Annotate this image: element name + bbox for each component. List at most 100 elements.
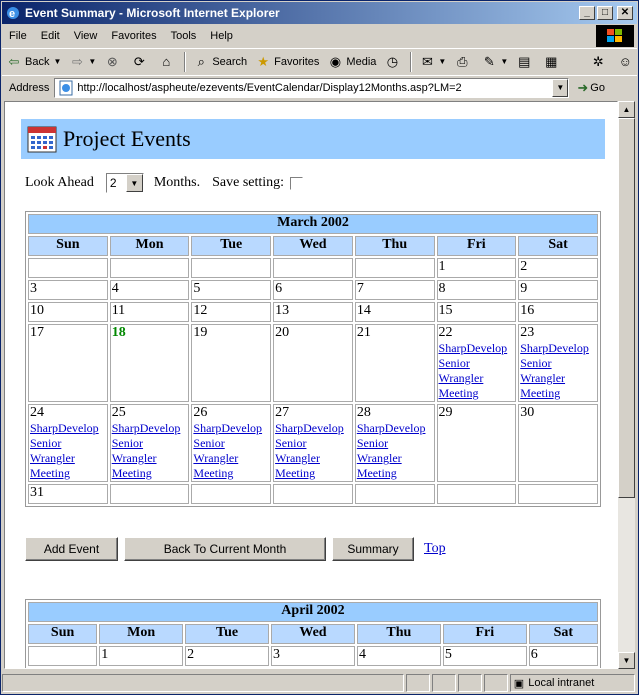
menu-view[interactable]: View (67, 30, 105, 42)
day-number: 25 (111, 405, 126, 420)
event-link[interactable]: Senior (112, 436, 188, 451)
menu-tools[interactable]: Tools (164, 30, 204, 42)
ie-logo-icon: e (7, 7, 19, 20)
edit-icon: ✎ (483, 53, 495, 69)
print-button[interactable]: ⎙ (450, 51, 477, 73)
media-button[interactable]: ◉ Media (323, 51, 380, 73)
event-link[interactable]: Wrangler (357, 451, 433, 466)
calendar-week-row: 31 (28, 484, 598, 504)
event-link[interactable]: SharpDevelop (357, 421, 433, 436)
history-button[interactable]: ◷ (380, 51, 407, 73)
calendar-week-row: 17 18 19 20 21 22 SharpDevelop Senior Wrangler Me… (28, 324, 598, 402)
minimize-button[interactable]: _ (579, 6, 595, 20)
calendar-day-cell: 30 (518, 404, 598, 482)
favorites-button[interactable]: ★ Favorites (251, 51, 323, 73)
stop-button[interactable]: ⊗ (100, 51, 127, 73)
address-bar: Address http://localhost/aspheute/ezeven… (2, 75, 637, 99)
event-link[interactable]: Senior (275, 436, 351, 451)
forward-button[interactable]: ⇨ ▼ (65, 51, 100, 73)
menu-file[interactable]: File (2, 30, 34, 42)
day-number: 31 (30, 485, 44, 500)
weekday-header: Wed (271, 624, 355, 644)
weekday-header: Thu (356, 624, 441, 644)
title-bar: e Event Summary - Microsoft Internet Exp… (2, 2, 637, 24)
weekday-header: Wed (273, 236, 353, 256)
status-bar: ▣ Local intranet (2, 673, 637, 693)
weekday-header: Tue (185, 624, 270, 644)
event-link[interactable]: Senior (439, 356, 515, 371)
event-entry: SharpDevelop Senior Wrangler Meeting (520, 341, 596, 401)
search-button[interactable]: ⌕ Search (189, 51, 251, 73)
summary-button[interactable]: Summary (332, 537, 414, 561)
go-button[interactable]: ➜ Go (577, 80, 605, 96)
event-link[interactable]: SharpDevelop (112, 421, 188, 436)
day-number: 22 (438, 325, 453, 340)
maximize-button[interactable]: □ (597, 6, 613, 20)
calendar-day-cell (354, 258, 435, 278)
discuss-button[interactable]: ▤ (512, 51, 539, 73)
event-link[interactable]: Wrangler (30, 451, 106, 466)
event-link[interactable]: SharpDevelop (193, 421, 269, 436)
event-link[interactable]: Meeting (275, 466, 351, 481)
address-url: http://localhost/aspheute/ezevents/Event… (77, 81, 462, 94)
scroll-thumb[interactable] (618, 118, 635, 498)
refresh-icon: ⟳ (133, 53, 145, 69)
calendar-day-cell: 31 (28, 484, 108, 504)
save-setting-checkbox[interactable] (290, 176, 304, 190)
event-link[interactable]: Wrangler (275, 451, 351, 466)
top-link[interactable]: Top (424, 541, 446, 557)
look-ahead-select[interactable]: 2 ▼ (105, 173, 144, 193)
calendar-week-row: 3 4 5 6 7 8 9 (28, 280, 598, 300)
menu-help[interactable]: Help (203, 30, 240, 42)
action-buttons: Add Event Back To Current Month Summary … (25, 537, 446, 561)
event-link[interactable]: Meeting (112, 466, 188, 481)
vertical-scrollbar[interactable]: ▲ ▼ (618, 101, 635, 669)
event-entry: SharpDevelop Senior Wrangler Meeting (357, 421, 433, 481)
event-link[interactable]: Meeting (439, 386, 515, 401)
research-button[interactable]: ▦ (539, 51, 566, 73)
day-number: 5 (193, 281, 201, 296)
messenger-button[interactable]: ✲ (586, 51, 613, 73)
event-link[interactable]: Meeting (520, 386, 596, 401)
add-event-button[interactable]: Add Event (25, 537, 118, 561)
event-link[interactable]: Senior (357, 436, 433, 451)
address-input[interactable]: http://localhost/aspheute/ezevents/Event… (54, 77, 570, 98)
day-number: 28 (356, 405, 371, 420)
event-link[interactable]: Senior (193, 436, 269, 451)
event-link[interactable]: SharpDevelop (275, 421, 351, 436)
close-button[interactable]: ✕ (617, 6, 633, 20)
refresh-button[interactable]: ⟳ (127, 51, 154, 73)
event-link[interactable]: Wrangler (112, 451, 188, 466)
toolbar-separator (410, 51, 413, 72)
event-link[interactable]: Meeting (357, 466, 433, 481)
day-number: 1 (438, 259, 446, 274)
scroll-down-icon[interactable]: ▼ (618, 652, 635, 669)
edit-button[interactable]: ✎ ▼ (477, 51, 512, 73)
day-number: 20 (275, 325, 290, 340)
event-link[interactable]: Meeting (193, 466, 269, 481)
home-button[interactable]: ⌂ (154, 51, 181, 73)
menu-favorites[interactable]: Favorites (104, 30, 163, 42)
contacts-button[interactable]: ☺ (613, 51, 639, 73)
calendar-day-cell: 13 (273, 302, 353, 322)
event-link[interactable]: Senior (30, 436, 106, 451)
chevron-down-icon[interactable]: ▼ (125, 174, 143, 192)
event-link[interactable]: Meeting (30, 466, 106, 481)
back-to-current-month-button[interactable]: Back To Current Month (124, 537, 326, 561)
event-link[interactable]: Wrangler (439, 371, 515, 386)
event-link[interactable]: SharpDevelop (520, 341, 596, 356)
event-entry: SharpDevelop Senior Wrangler Meeting (275, 421, 351, 481)
mail-button[interactable]: ✉ ▼ (415, 51, 450, 73)
address-dropdown-icon[interactable]: ▼ (552, 78, 569, 97)
back-button[interactable]: ⇦ Back ▼ (2, 51, 65, 73)
event-link[interactable]: SharpDevelop (439, 341, 515, 356)
scroll-up-icon[interactable]: ▲ (618, 101, 635, 118)
calendar-day-cell (109, 258, 190, 278)
event-link[interactable]: SharpDevelop (30, 421, 106, 436)
menu-edit[interactable]: Edit (34, 30, 67, 42)
event-link[interactable]: Senior (520, 356, 596, 371)
event-link[interactable]: Wrangler (520, 371, 596, 386)
event-link[interactable]: Wrangler (193, 451, 269, 466)
status-cell (483, 674, 508, 692)
page-title: Project Events (63, 126, 191, 151)
